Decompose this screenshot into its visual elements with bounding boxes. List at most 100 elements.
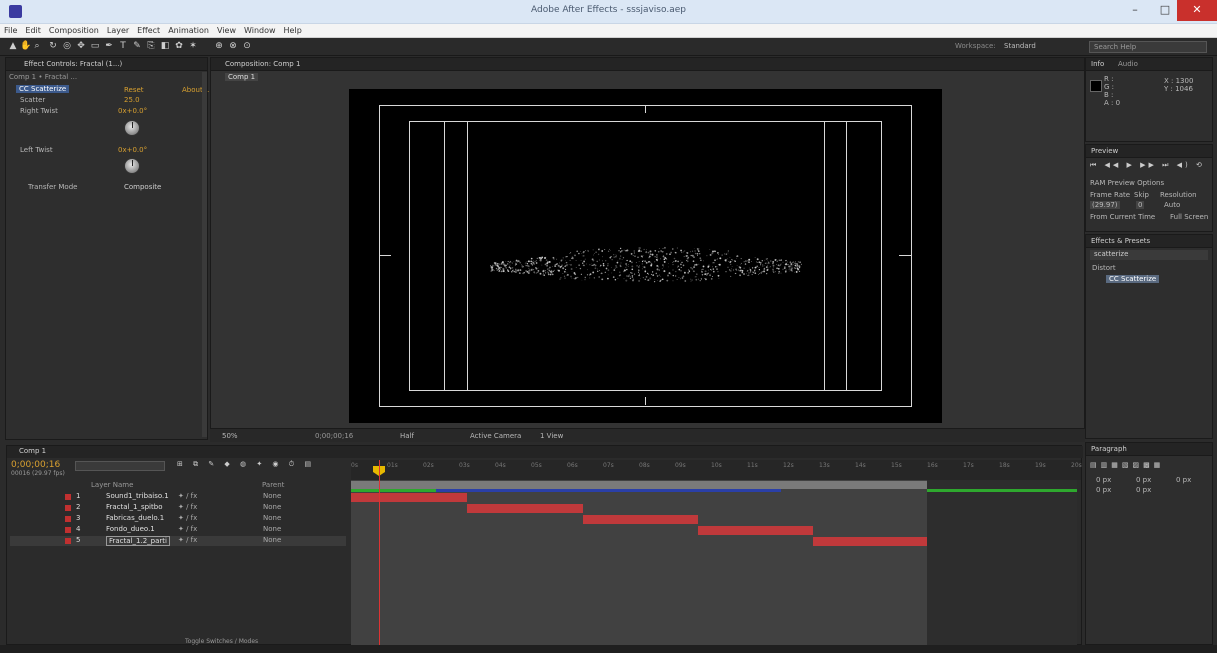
table-row[interactable]: 5 Fractal_1.2_parti ✦ / fx None [10,536,346,546]
time-ruler[interactable]: 0s 01s 02s 03s 04s 05s 06s 07s 08s 09s 10s 11s 12s 13… [351,460,1082,480]
reset-link[interactable]: Reset [124,86,144,94]
layer-bar-5[interactable] [813,537,927,546]
selection-tool-icon[interactable]: ▲ [8,41,18,52]
type-tool-icon[interactable]: T [118,41,128,52]
table-row[interactable]: 4 Fondo_dueo.1 ✦ / fx None [10,525,346,535]
effect-name[interactable]: CC Scatterize [16,85,70,93]
view-axis-icon[interactable]: ⊙ [242,41,252,52]
roto-brush-tool-icon[interactable]: ✿ [174,41,184,52]
camera-tool-icon[interactable]: ◎ [62,41,72,52]
right-twist-dial[interactable] [124,120,140,136]
rectangle-tool-icon[interactable]: ▭ [90,41,100,52]
from-current-time-checkbox[interactable]: From Current Time [1090,213,1155,221]
menu-effect[interactable]: Effect [133,24,164,38]
pen-tool-icon[interactable]: ✒ [104,41,114,52]
right-twist-label: Right Twist [20,107,58,115]
scatter-value[interactable]: 25.0 [124,96,140,104]
indent-first[interactable]: 0 px [1176,476,1191,484]
search-help-input[interactable]: Search Help [1089,41,1207,53]
tab-effect-controls[interactable]: Effect Controls: Fractal (1...) [24,60,122,68]
menu-edit[interactable]: Edit [21,24,45,38]
full-screen-checkbox[interactable]: Full Screen [1170,213,1208,221]
zoom-dropdown[interactable]: 50% [222,432,238,440]
frame-rate-dropdown[interactable]: (29.97) [1090,201,1120,209]
indent-left[interactable]: 0 px [1096,476,1111,484]
current-time-indicator[interactable] [379,460,380,646]
right-twist-value[interactable]: 0x+0.0° [118,107,147,115]
menu-composition[interactable]: Composition [45,24,103,38]
tab-preview[interactable]: Preview [1091,147,1118,155]
left-twist-dial[interactable] [124,158,140,174]
timeline-timecode[interactable]: 0;00;00;16 [11,460,60,470]
ruler-tick: 08s [639,462,650,469]
space-before[interactable]: 0 px [1096,486,1111,494]
ruler-tick: 06s [567,462,578,469]
window-title: Adobe After Effects - sssjaviso.aep [531,5,686,15]
scatter-label: Scatter [20,96,46,104]
layer-bar-4[interactable] [698,526,813,535]
effects-search-input[interactable]: scatterize [1090,250,1208,260]
rotate-tool-icon[interactable]: ↻ [48,41,58,52]
ruler-tick: 0s [351,462,358,469]
brush-tool-icon[interactable]: ✎ [132,41,142,52]
effect-item-cc-scatterize[interactable]: CC Scatterize [1106,275,1160,283]
layer-bar-blue[interactable] [436,489,781,492]
pan-behind-tool-icon[interactable]: ✥ [76,41,86,52]
clone-stamp-tool-icon[interactable]: ⎘ [146,41,156,52]
timeline-search-input[interactable] [75,461,165,471]
zoom-tool-icon[interactable]: ⌕ [32,41,42,52]
playback-controls[interactable]: ⏮ ◀◀ ▶ ▶▶ ⏭ ◀) ⟲ [1090,161,1205,170]
menu-help[interactable]: Help [280,24,306,38]
menu-animation[interactable]: Animation [164,24,213,38]
menu-file[interactable]: File [0,24,21,38]
work-area-bar[interactable] [351,481,927,489]
space-after[interactable]: 0 px [1136,486,1151,494]
view-layout-dropdown[interactable]: 1 View [540,432,563,440]
ram-preview-options[interactable]: RAM Preview Options [1090,179,1164,187]
ruler-tick: 10s [711,462,722,469]
menu-view[interactable]: View [213,24,240,38]
layer-track-area[interactable] [351,480,927,650]
tab-effects-presets[interactable]: Effects & Presets [1091,237,1150,245]
menu-bar: File Edit Composition Layer Effect Animation V… [0,24,1217,38]
transfer-mode-dropdown[interactable]: Composite [124,183,161,191]
menu-window[interactable]: Window [240,24,280,38]
menu-layer[interactable]: Layer [103,24,133,38]
paragraph-align-buttons[interactable]: ▤▥▦▧▨▩▦ [1090,461,1164,469]
layer-bar-2[interactable] [467,504,583,513]
current-time-display[interactable]: 0;00;00;16 [315,432,353,440]
tab-paragraph[interactable]: Paragraph [1091,445,1127,453]
table-row[interactable]: 3 Fabricas_duelo.1 ✦ / fx None [10,514,346,524]
category-distort[interactable]: Distort [1092,264,1116,272]
layer-bar-3[interactable] [583,515,698,524]
camera-view-dropdown[interactable]: Active Camera [470,432,521,440]
skip-field[interactable]: 0 [1136,201,1145,209]
world-axis-icon[interactable]: ⊗ [228,41,238,52]
resolution-dropdown[interactable]: Half [400,432,414,440]
layer-bar-1[interactable] [351,493,467,502]
resolution-dropdown[interactable]: Auto [1164,201,1180,209]
transfer-mode-label: Transfer Mode [28,183,78,191]
tab-composition[interactable]: Composition: Comp 1 [225,60,300,68]
table-row[interactable]: 1 Sound1_tribaiso.1 ✦ / fx None [10,492,346,502]
indent-right[interactable]: 0 px [1136,476,1151,484]
workspace-dropdown[interactable]: Standard [1004,42,1036,50]
tab-audio[interactable]: Audio [1118,60,1138,68]
local-axis-icon[interactable]: ⊕ [214,41,224,52]
tab-timeline-comp[interactable]: Comp 1 [19,447,46,455]
close-button[interactable]: ✕ [1177,0,1217,21]
effect-controls-panel: Effect Controls: Fractal (1...) Comp 1 •… [5,57,209,440]
table-row[interactable]: 2 Fractal_1_spitbo ✦ / fx None [10,503,346,513]
timeline-switch-icons[interactable]: ⊞ ⧉ ✎ ◆ ◍ ✦ ◉ ⏱ ▤ [177,460,315,469]
puppet-tool-icon[interactable]: ✶ [188,41,198,52]
effect-controls-scrollbar[interactable] [202,72,207,437]
left-twist-value[interactable]: 0x+0.0° [118,146,147,154]
comp-subtab[interactable]: Comp 1 [225,73,259,81]
toggle-switches-modes[interactable]: Toggle Switches / Modes [185,638,258,645]
minimize-button[interactable]: – [1120,0,1150,21]
maximize-button[interactable]: □ [1150,0,1180,21]
tab-info[interactable]: Info [1091,60,1104,68]
hand-tool-icon[interactable]: ✋ [20,41,31,52]
layer-bar-green[interactable] [351,489,436,492]
eraser-tool-icon[interactable]: ◧ [160,41,170,52]
